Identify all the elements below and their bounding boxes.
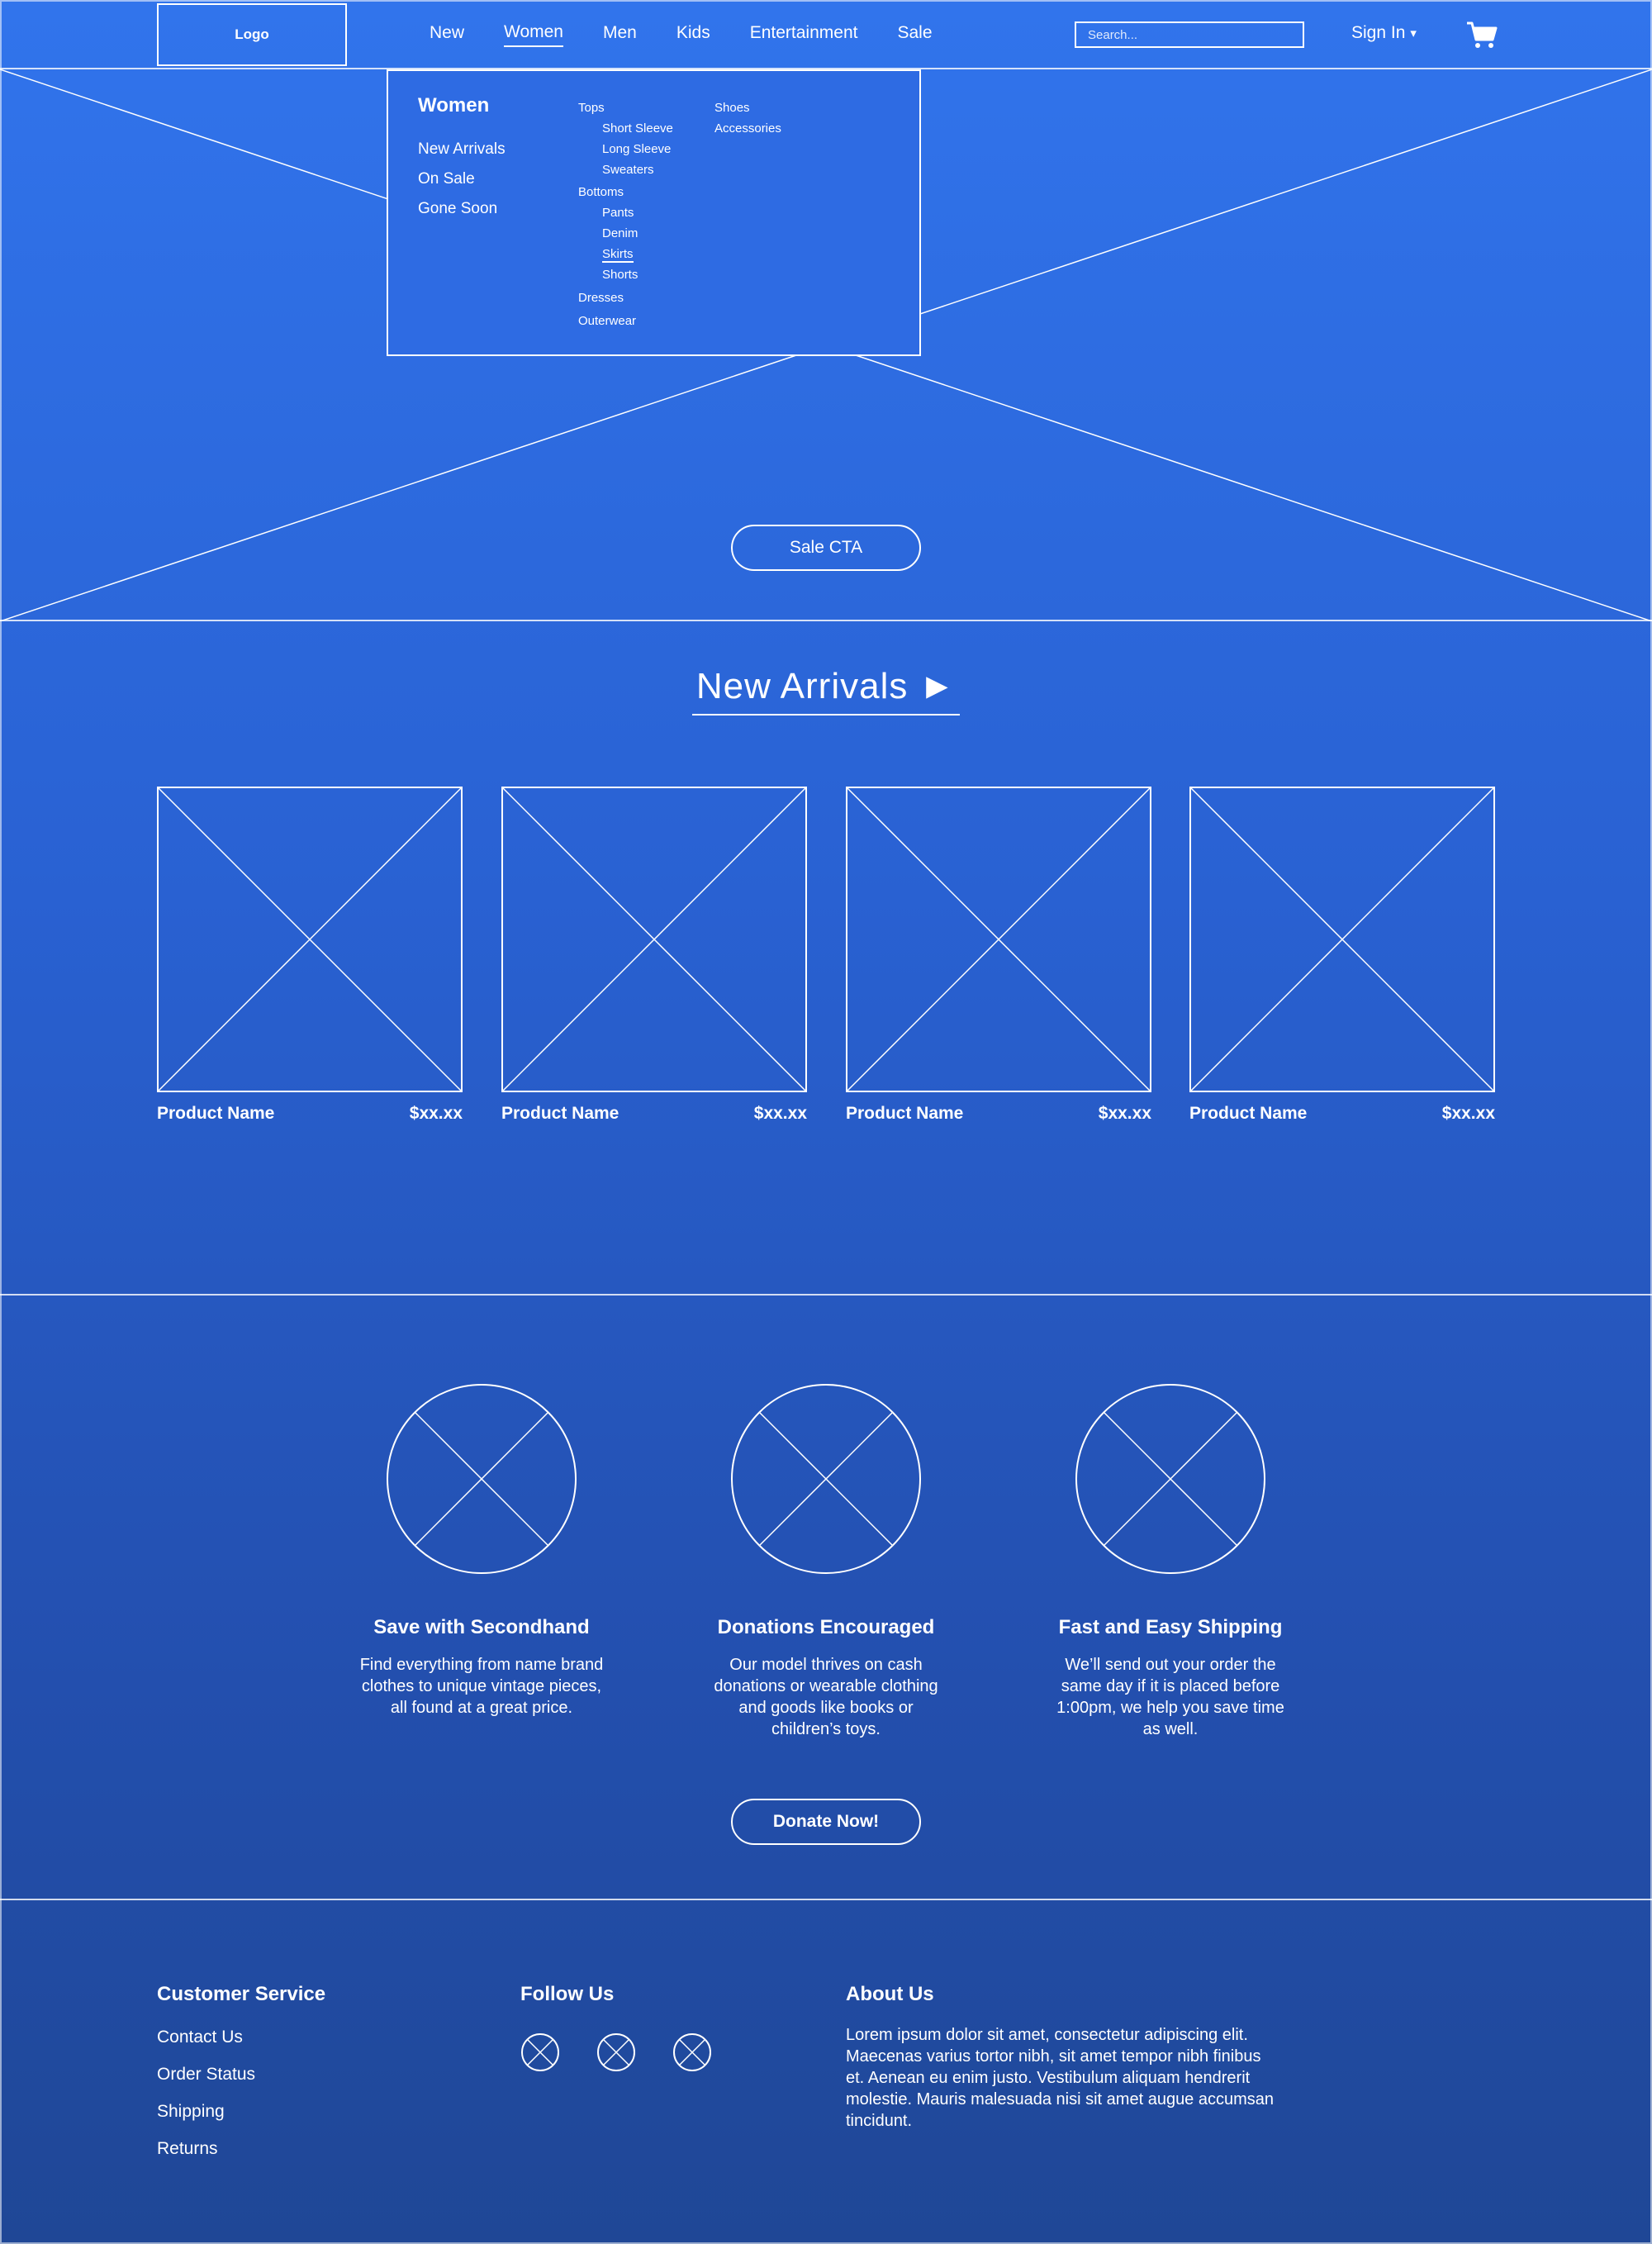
feature-image-placeholder (387, 1384, 577, 1574)
nav-item-entertainment[interactable]: Entertainment (750, 23, 858, 46)
site-header: Logo New Women Men Kids Entertainment Sa… (0, 0, 1652, 69)
product-image-placeholder (501, 787, 807, 1092)
product-meta: Product Name $xx.xx (501, 1104, 807, 1124)
product-price: $xx.xx (1441, 1104, 1495, 1123)
dropdown-category-accessories[interactable]: Accessories (714, 121, 781, 135)
social-icon-2[interactable] (596, 2032, 636, 2072)
dropdown-sub-pants[interactable]: Pants (602, 206, 634, 220)
logo[interactable]: Logo (157, 3, 347, 66)
customer-service-heading: Customer Service (157, 1983, 326, 2005)
product-image-placeholder (846, 787, 1151, 1092)
footer-link-shipping[interactable]: Shipping (157, 2102, 255, 2122)
product-price: $xx.xx (409, 1104, 463, 1123)
product-card[interactable]: Product Name $xx.xx (157, 787, 463, 1124)
dropdown-link-new-arrivals[interactable]: New Arrivals (418, 140, 506, 159)
about-us-text: Lorem ipsum dolor sit amet, consectetur … (846, 2026, 1275, 2130)
social-icon-3[interactable] (672, 2032, 712, 2072)
social-icon-1[interactable] (520, 2032, 560, 2072)
site-footer: Customer Service Contact Us Order Status… (0, 1900, 1652, 2244)
dropdown-title: Women (418, 94, 490, 116)
dropdown-quick-links: New Arrivals On Sale Gone Soon (418, 140, 506, 218)
product-card[interactable]: Product Name $xx.xx (1189, 787, 1495, 1124)
customer-service-links: Contact Us Order Status Shipping Returns (157, 2028, 255, 2159)
dropdown-category-shoes[interactable]: Shoes (714, 101, 750, 115)
nav-item-new[interactable]: New (430, 23, 464, 46)
dropdown-sub-short-sleeve[interactable]: Short Sleeve (602, 121, 673, 135)
dropdown-sub-denim[interactable]: Denim (602, 226, 638, 240)
dropdown-link-on-sale[interactable]: On Sale (418, 170, 506, 188)
dropdown-category-dresses[interactable]: Dresses (578, 291, 624, 305)
feature-text: Find everything from name brand clothes … (359, 1656, 604, 1717)
dropdown-category-tops[interactable]: Tops (578, 101, 605, 115)
dropdown-sub-skirts[interactable]: Skirts (602, 247, 634, 263)
product-meta: Product Name $xx.xx (846, 1104, 1151, 1124)
dropdown-category-bottoms[interactable]: Bottoms (578, 185, 624, 199)
feature-donations: Donations Encouraged Our model thrives o… (702, 1383, 950, 1740)
footer-link-returns[interactable]: Returns (157, 2139, 255, 2159)
donate-now-button[interactable]: Donate Now! (731, 1799, 921, 1845)
product-meta: Product Name $xx.xx (157, 1104, 463, 1124)
sign-in-label: Sign In (1351, 23, 1406, 42)
product-card[interactable]: Product Name $xx.xx (501, 787, 807, 1124)
main-nav: New Women Men Kids Entertainment Sale (430, 0, 933, 69)
footer-link-contact-us[interactable]: Contact Us (157, 2028, 255, 2047)
sale-cta-button[interactable]: Sale CTA (731, 525, 921, 571)
nav-item-kids[interactable]: Kids (676, 23, 710, 46)
product-name: Product Name (1189, 1104, 1308, 1123)
feature-text: Our model thrives on cash donations or w… (714, 1656, 938, 1738)
new-arrivals-heading[interactable]: New Arrivals ► (692, 666, 960, 716)
product-image-placeholder (157, 787, 463, 1092)
product-name: Product Name (846, 1104, 964, 1123)
feature-shipping: Fast and Easy Shipping We’ll send out yo… (1047, 1383, 1294, 1740)
dropdown-link-gone-soon[interactable]: Gone Soon (418, 200, 506, 218)
product-price: $xx.xx (1098, 1104, 1151, 1123)
cart-icon[interactable] (1465, 20, 1498, 50)
product-name: Product Name (157, 1104, 275, 1123)
feature-text: We’ll send out your order the same day i… (1056, 1656, 1284, 1738)
dropdown-sub-shorts[interactable]: Shorts (602, 268, 638, 282)
dropdown-sub-long-sleeve[interactable]: Long Sleeve (602, 142, 671, 156)
footer-link-order-status[interactable]: Order Status (157, 2065, 255, 2085)
product-meta: Product Name $xx.xx (1189, 1104, 1495, 1124)
nav-item-sale[interactable]: Sale (897, 23, 932, 46)
product-image-placeholder (1189, 787, 1495, 1092)
women-dropdown-menu: Women New Arrivals On Sale Gone Soon Top… (387, 69, 921, 356)
chevron-down-icon: ▾ (1410, 26, 1417, 40)
nav-item-men[interactable]: Men (603, 23, 637, 46)
new-arrivals-section: New Arrivals ► Product Name $xx.xx Produ… (0, 621, 1652, 1296)
product-name: Product Name (501, 1104, 620, 1123)
nav-item-women[interactable]: Women (504, 22, 563, 47)
about-us-heading: About Us (846, 1983, 934, 2005)
product-price: $xx.xx (753, 1104, 807, 1123)
features-section: Save with Secondhand Find everything fro… (0, 1296, 1652, 1900)
feature-image-placeholder (1075, 1384, 1265, 1574)
feature-image-placeholder (731, 1384, 921, 1574)
product-card[interactable]: Product Name $xx.xx (846, 787, 1151, 1124)
feature-title: Save with Secondhand (373, 1616, 590, 1638)
follow-us-heading: Follow Us (520, 1983, 615, 2005)
feature-title: Fast and Easy Shipping (1058, 1616, 1283, 1638)
feature-title: Donations Encouraged (717, 1616, 935, 1638)
search-input[interactable] (1075, 21, 1304, 48)
dropdown-sub-sweaters[interactable]: Sweaters (602, 163, 654, 177)
feature-save-secondhand: Save with Secondhand Find everything fro… (358, 1383, 605, 1719)
dropdown-category-outerwear[interactable]: Outerwear (578, 314, 636, 328)
sign-in-menu[interactable]: Sign In ▾ (1351, 23, 1417, 43)
